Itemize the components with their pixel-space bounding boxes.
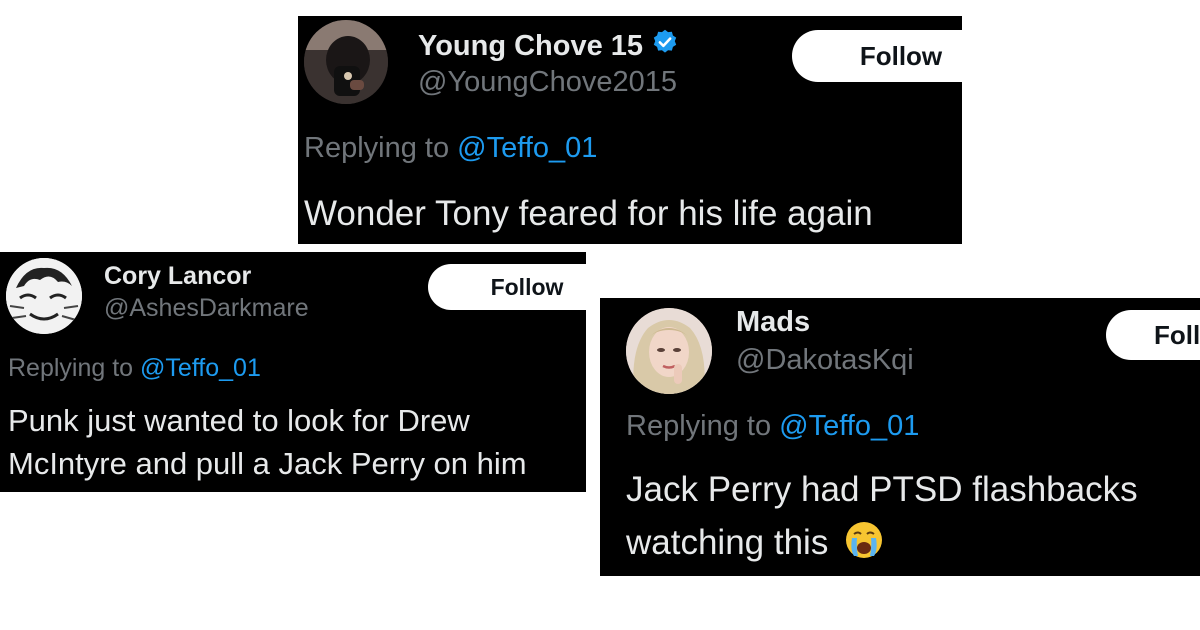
handle[interactable]: @YoungChove2015 [418,66,677,99]
follow-button[interactable]: Follow [428,264,586,310]
display-name-text: Young Chove 15 [418,29,644,62]
tweet-text: Jack Perry had PTSD flashbacks watching … [626,468,1138,571]
reply-mention-link[interactable]: @Teffo_01 [140,354,261,382]
replying-to-prefix: Replying to [8,354,134,382]
replying-to: Replying to @Teffo_01 [626,410,919,443]
tweet-text: Wonder Tony feared for his life again [304,194,873,233]
display-name[interactable]: Mads [736,306,810,339]
avatar[interactable] [626,308,712,394]
tweet-card-cory-lancor: Cory Lancor @AshesDarkmare Follow Replyi… [0,252,586,492]
reply-mention-link[interactable]: @Teffo_01 [457,132,597,164]
display-name[interactable]: Cory Lancor [104,262,251,291]
replying-to-prefix: Replying to [626,410,772,442]
avatar[interactable] [304,20,388,104]
tweet-text-line: Punk just wanted to look for Drew [8,403,470,438]
avatar-image [6,258,82,334]
tweet-card-mads: Mads @DakotasKqi Follow Replying to @Tef… [600,298,1200,576]
avatar[interactable] [6,258,82,334]
replying-to: Replying to @Teffo_01 [304,132,597,165]
replying-to: Replying to @Teffo_01 [8,354,261,383]
verified-badge-icon [651,28,679,64]
tweet-text-line: Jack Perry had PTSD flashbacks [626,470,1138,509]
avatar-image [626,308,712,394]
reply-mention-link[interactable]: @Teffo_01 [779,410,919,442]
replying-to-prefix: Replying to [304,132,450,164]
handle[interactable]: @AshesDarkmare [104,294,309,323]
avatar-image [304,20,388,104]
follow-button[interactable]: Follow [792,30,962,82]
handle[interactable]: @DakotasKqi [736,344,914,377]
tweet-card-young-chove: Young Chove 15 @YoungChove2015 Follow Re… [298,16,962,244]
crying-face-emoji [844,520,884,571]
tweet-text-line: McIntyre and pull a Jack Perry on him [8,445,527,481]
follow-button[interactable]: Follow [1106,310,1200,360]
tweet-text-line-words: watching this [626,522,829,562]
tweet-text: Punk just wanted to look for Drew McInty… [8,402,527,484]
tweet-text-line: watching this [626,520,1138,571]
display-name[interactable]: Young Chove 15 [418,28,679,64]
